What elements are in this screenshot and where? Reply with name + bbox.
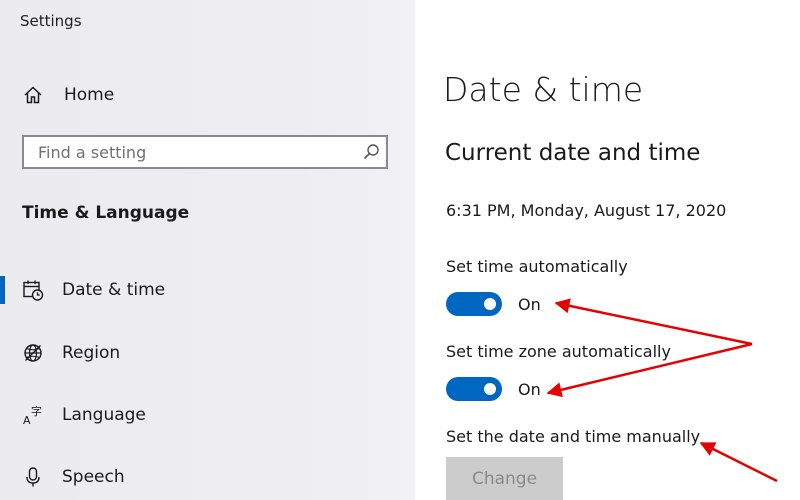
language-icon: A 字 [22, 404, 44, 426]
sidebar-item-label: Region [62, 343, 121, 363]
toggle-knob [484, 298, 496, 310]
search-box[interactable] [22, 135, 388, 169]
globe-icon [22, 342, 44, 364]
settings-window: Settings Home Time & Language [0, 0, 800, 500]
set-timezone-automatically-toggle[interactable] [446, 377, 502, 401]
sidebar: Settings Home Time & Language [0, 0, 415, 500]
change-button[interactable]: Change [446, 457, 563, 500]
search-icon[interactable] [356, 143, 386, 161]
current-datetime-value: 6:31 PM, Monday, August 17, 2020 [446, 201, 727, 220]
section-heading: Time & Language [22, 203, 190, 223]
set-timezone-automatically-row: On [446, 376, 541, 402]
current-date-time-heading: Current date and time [445, 140, 701, 166]
svg-text:A: A [23, 414, 31, 426]
sidebar-item-language[interactable]: A 字 Language [0, 395, 415, 435]
search-input[interactable] [24, 138, 356, 166]
set-date-time-manually-label: Set the date and time manually [446, 427, 701, 446]
toggle-state-label: On [518, 379, 541, 399]
sidebar-item-date-time[interactable]: Date & time [0, 270, 415, 310]
app-title: Settings [20, 12, 82, 30]
home-label: Home [64, 85, 115, 105]
sidebar-item-label: Date & time [62, 280, 166, 300]
sidebar-item-speech[interactable]: Speech [0, 457, 415, 497]
home-nav-item[interactable]: Home [22, 82, 114, 108]
home-icon [22, 84, 44, 106]
set-timezone-automatically-label: Set time zone automatically [446, 342, 671, 361]
selection-indicator [0, 276, 5, 304]
calendar-clock-icon [22, 279, 44, 301]
toggle-knob [484, 383, 496, 395]
set-time-automatically-label: Set time automatically [446, 257, 628, 276]
microphone-icon [22, 466, 44, 488]
set-time-automatically-row: On [446, 291, 541, 317]
sidebar-item-label: Speech [62, 467, 125, 487]
sidebar-item-region[interactable]: Region [0, 333, 415, 373]
page-title: Date & time [443, 70, 644, 109]
main-content: Date & time Current date and time 6:31 P… [415, 0, 800, 500]
set-time-automatically-toggle[interactable] [446, 292, 502, 316]
sidebar-item-label: Language [62, 405, 146, 425]
svg-text:字: 字 [31, 404, 42, 418]
toggle-state-label: On [518, 294, 541, 314]
